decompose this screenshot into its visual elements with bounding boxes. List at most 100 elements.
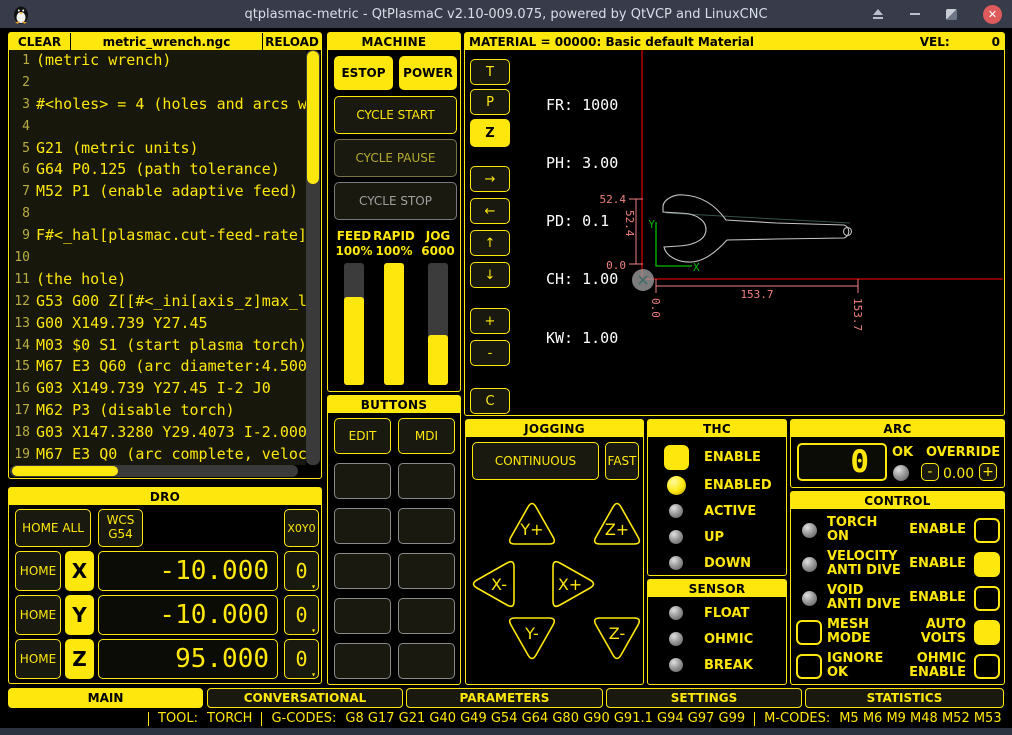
thc-enable-checkbox[interactable] — [664, 445, 689, 470]
arc-ok-led — [893, 465, 909, 481]
user-button-blank[interactable] — [334, 508, 391, 544]
gcode-view[interactable]: 1(metric wrench) 2 3#<holes> = 4 (holes … — [10, 50, 306, 465]
ignore-arc-ok-checkbox[interactable] — [796, 654, 822, 679]
x0y0-button[interactable]: X0Y0 — [284, 509, 319, 547]
home-x-button[interactable]: HOME — [15, 551, 61, 591]
void-enable-label: ENABLE — [909, 591, 966, 605]
pan-left-icon[interactable]: ← — [470, 198, 510, 224]
float-label: FLOAT — [704, 606, 749, 621]
zero-x-button[interactable]: 0▾ — [284, 551, 319, 591]
view-perspective-button[interactable]: P — [470, 89, 510, 115]
material-label[interactable]: MATERIAL = 00000: Basic default Material — [469, 35, 754, 49]
thc-up-led — [669, 530, 683, 544]
ohmic-enable-checkbox[interactable] — [974, 654, 1000, 679]
feed-slider[interactable] — [344, 263, 364, 385]
loaded-file-name[interactable]: metric_wrench.ngc — [71, 33, 263, 50]
torch-on-led — [802, 523, 817, 538]
cycle-pause-button[interactable]: CYCLE PAUSE — [334, 139, 457, 177]
zoom-out-button[interactable]: - — [470, 340, 510, 366]
qtplasmac-window: qtplasmac-metric - QtPlasmaC v2.10-009.0… — [0, 0, 1012, 735]
override-value: 0.00 — [943, 466, 974, 482]
velocity-anti-dive-checkbox[interactable] — [974, 552, 1000, 577]
thc-active-led — [669, 504, 683, 518]
home-z-button[interactable]: HOME — [15, 639, 61, 679]
arc-voltage-display: 0 — [797, 443, 887, 481]
gcode-vertical-scrollbar[interactable] — [306, 50, 320, 465]
zero-z-button[interactable]: 0▾ — [284, 639, 319, 679]
dim-x-end-label: 153.7 — [851, 298, 864, 331]
override-plus-button[interactable]: + — [979, 463, 997, 481]
user-button-blank[interactable] — [398, 643, 455, 679]
user-button-blank[interactable] — [398, 463, 455, 499]
wcs-g54-button[interactable]: WCSG54 — [98, 509, 143, 547]
tab-statistics[interactable]: STATISTICS — [805, 688, 1004, 708]
view-top-button[interactable]: T — [470, 59, 510, 85]
jog-x-plus-button[interactable]: X+ — [551, 557, 599, 611]
shade-window-icon[interactable] — [872, 9, 884, 19]
jog-y-minus-button[interactable]: Y- — [505, 616, 559, 664]
jog-z-plus-button[interactable]: Z+ — [590, 498, 644, 546]
maximize-icon[interactable] — [946, 9, 957, 20]
jog-y-plus-button[interactable]: Y+ — [505, 498, 559, 546]
cycle-start-button[interactable]: CYCLE START — [334, 96, 457, 134]
torch-enable-checkbox[interactable] — [974, 518, 1000, 543]
rapid-slider[interactable] — [384, 263, 404, 385]
tool-label: TOOL: — [158, 711, 198, 726]
edit-button[interactable]: EDIT — [334, 418, 391, 454]
rapid-label: RAPID — [370, 229, 418, 243]
estop-button[interactable]: ESTOP — [334, 56, 393, 90]
pan-up-icon[interactable]: ↑ — [470, 230, 510, 256]
tab-settings[interactable]: SETTINGS — [606, 688, 802, 708]
pan-down-icon[interactable]: ↓ — [470, 262, 510, 288]
mdi-button[interactable]: MDI — [398, 418, 455, 454]
zero-y-button[interactable]: 0▾ — [284, 595, 319, 635]
gcode-line: 5G21 (metric units) — [10, 138, 306, 160]
reload-button[interactable]: RELOAD — [263, 33, 321, 50]
gcode-line: 9F#<_hal[plasmac.cut-feed-rate] — [10, 225, 306, 247]
home-y-button[interactable]: HOME — [15, 595, 61, 635]
override-minus-button[interactable]: - — [921, 463, 939, 481]
jog-fast-button[interactable]: FAST — [605, 442, 639, 480]
clear-button[interactable]: CLEAR — [9, 33, 71, 50]
close-icon[interactable]: ✕ — [983, 5, 1002, 24]
tab-conversational[interactable]: CONVERSATIONAL — [207, 688, 403, 708]
user-button-blank[interactable] — [398, 553, 455, 589]
jog-slider[interactable] — [428, 263, 448, 385]
dim-x-zero-label: 0.0 — [649, 298, 662, 318]
gcode-line: 1(metric wrench) — [10, 50, 306, 72]
axis-x-button[interactable]: X — [65, 551, 94, 591]
minimize-icon[interactable] — [910, 13, 920, 15]
zoom-in-button[interactable]: + — [470, 308, 510, 334]
gcode-preview-plot[interactable]: 52.4 52.4 0.0 153.7 0.0 153.7 Y X FR: 10… — [466, 50, 1003, 414]
divider — [754, 712, 755, 726]
power-button[interactable]: POWER — [399, 56, 457, 90]
user-button-blank[interactable] — [334, 598, 391, 634]
void-anti-dive-checkbox[interactable] — [974, 586, 1000, 611]
gcode-line: 4 — [10, 116, 306, 138]
tab-main[interactable]: MAIN — [8, 688, 203, 708]
sensor-header: SENSOR — [648, 580, 786, 597]
view-z-button[interactable]: Z — [470, 119, 510, 147]
home-all-button[interactable]: HOME ALL — [15, 509, 91, 547]
cycle-stop-button[interactable]: CYCLE STOP — [334, 182, 457, 220]
tab-parameters[interactable]: PARAMETERS — [406, 688, 603, 708]
user-button-blank[interactable] — [398, 508, 455, 544]
velocity-anti-dive-led — [802, 557, 817, 572]
torch-on-label: TORCHON — [827, 516, 909, 545]
jog-continuous-button[interactable]: CONTINUOUS — [472, 442, 599, 480]
gcode-horizontal-scrollbar[interactable] — [10, 465, 298, 477]
scrollbar-thumb[interactable] — [12, 466, 118, 476]
jog-z-minus-button[interactable]: Z- — [590, 616, 644, 664]
auto-volts-checkbox[interactable] — [974, 620, 1000, 645]
axis-z-button[interactable]: Z — [65, 639, 94, 679]
jog-x-minus-button[interactable]: X- — [468, 557, 516, 611]
pan-right-icon[interactable]: → — [470, 166, 510, 192]
user-button-blank[interactable] — [334, 553, 391, 589]
scrollbar-thumb[interactable] — [307, 51, 319, 184]
user-button-blank[interactable] — [398, 598, 455, 634]
axis-y-button[interactable]: Y — [65, 595, 94, 635]
clear-view-button[interactable]: C — [470, 388, 510, 414]
user-button-blank[interactable] — [334, 463, 391, 499]
user-button-blank[interactable] — [334, 643, 391, 679]
mesh-mode-checkbox[interactable] — [796, 620, 822, 645]
